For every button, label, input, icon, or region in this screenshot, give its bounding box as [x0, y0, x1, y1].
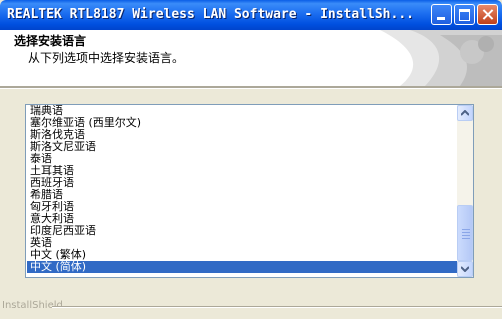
grip-line: [462, 232, 470, 233]
grip-line: [462, 235, 470, 236]
header-graphic-icon: [380, 30, 502, 86]
scroll-thumb[interactable]: [457, 205, 473, 261]
language-option[interactable]: 中文 (简体): [27, 261, 457, 273]
language-option[interactable]: 塞尔维亚语 (西里尔文): [27, 117, 457, 129]
language-option[interactable]: 印度尼西亚语: [27, 225, 457, 237]
language-listbox[interactable]: 瑞典语 塞尔维亚语 (西里尔文) 斯洛伐克语 斯洛文尼亚语 泰语 土耳其语 西班牙语 希腊语匈…: [25, 104, 474, 278]
footer-divider: [52, 306, 502, 308]
language-option[interactable]: 西班牙语: [27, 177, 457, 189]
header-panel: 选择安装语言 从下列选项中选择安装语言。: [0, 30, 502, 86]
scroll-down-button[interactable]: [457, 261, 473, 277]
language-list: 瑞典语 塞尔维亚语 (西里尔文) 斯洛伐克语 斯洛文尼亚语 泰语 土耳其语 西班牙语 希腊语匈…: [27, 105, 457, 273]
maximize-button[interactable]: [454, 4, 475, 25]
scroll-up-button[interactable]: [457, 105, 473, 121]
title-bar[interactable]: REALTEK RTL8187 Wireless LAN Software - …: [0, 0, 502, 30]
minimize-button[interactable]: [431, 4, 452, 25]
language-option[interactable]: 土耳其语: [27, 165, 457, 177]
header-title: 选择安装语言: [14, 34, 87, 48]
header-divider: [0, 86, 502, 89]
language-option[interactable]: 英语: [27, 237, 457, 249]
chevron-up-icon: [461, 110, 469, 116]
language-option[interactable]: 匈牙利语: [27, 201, 457, 213]
language-option[interactable]: 中文 (繁体): [27, 249, 457, 261]
close-button[interactable]: [477, 4, 498, 25]
grip-line: [462, 238, 470, 239]
chevron-down-icon: [461, 266, 469, 272]
window-title: REALTEK RTL8187 Wireless LAN Software - …: [7, 7, 414, 22]
language-option[interactable]: 希腊语: [27, 189, 457, 201]
language-option[interactable]: 泰语: [27, 153, 457, 165]
language-option[interactable]: 斯洛文尼亚语: [27, 141, 457, 153]
list-scrollbar[interactable]: [457, 105, 473, 277]
grip-line: [462, 229, 470, 230]
header-subtitle: 从下列选项中选择安装语言。: [28, 51, 185, 65]
